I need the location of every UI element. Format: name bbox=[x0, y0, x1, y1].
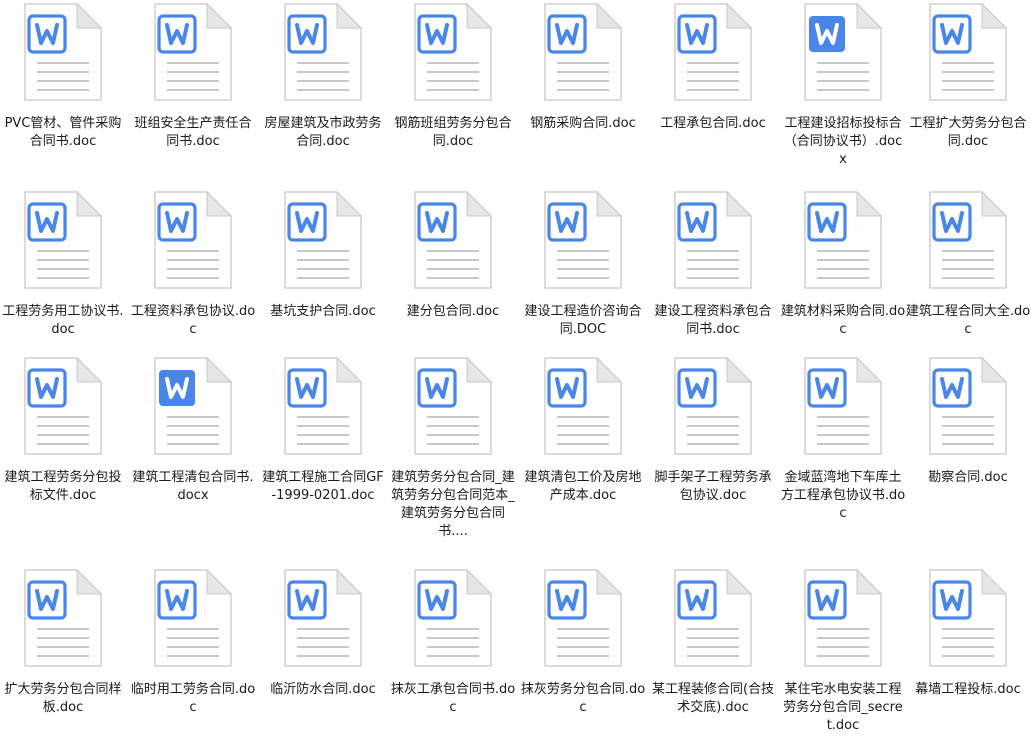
word-doc-icon bbox=[924, 2, 1008, 102]
file-item[interactable]: 工程资料承包协议.doc bbox=[130, 188, 256, 372]
file-item[interactable]: 扩大劳务分包合同样板.doc bbox=[0, 566, 126, 750]
file-name: 工程资料承包协议.doc bbox=[130, 304, 256, 337]
word-doc-icon bbox=[669, 568, 753, 668]
file-name: PVC管材、管件采购合同书.doc bbox=[4, 116, 122, 149]
file-name: 建筑工程合同大全.doc bbox=[905, 304, 1031, 337]
file-name: 建筑清包工价及房地产成本.doc bbox=[524, 470, 642, 503]
word-doc-icon bbox=[279, 568, 363, 668]
file-item[interactable]: 建设工程造价咨询合同.DOC bbox=[520, 188, 646, 372]
word-doc-icon bbox=[539, 190, 623, 290]
file-name: 某住宅水电安装工程劳务分包合同_secret.doc bbox=[783, 682, 903, 733]
word-doc-icon bbox=[799, 190, 883, 290]
file-name: 抹灰劳务分包合同.doc bbox=[520, 682, 646, 715]
word-doc-icon bbox=[19, 356, 103, 456]
file-name: 建筑劳务分包合同_建筑劳务分包合同范本_建筑劳务分包合同书.... bbox=[391, 470, 515, 539]
file-name: 某工程装修合同(合技术交底).doc bbox=[651, 682, 775, 715]
word-doc-icon bbox=[149, 190, 233, 290]
file-item[interactable]: 临沂防水合同.doc bbox=[260, 566, 386, 750]
file-item[interactable]: PVC管材、管件采购合同书.doc bbox=[0, 0, 126, 184]
word-doc-icon bbox=[924, 190, 1008, 290]
file-name: 勘察合同.doc bbox=[928, 470, 1008, 485]
word-doc-icon bbox=[669, 2, 753, 102]
file-item[interactable]: 工程劳务用工协议书.doc bbox=[0, 188, 126, 372]
file-item[interactable]: 工程承包合同.doc bbox=[650, 0, 776, 184]
file-name: 班组安全生产责任合同书.doc bbox=[134, 116, 252, 149]
word-doc-icon bbox=[539, 568, 623, 668]
file-name: 钢筋采购合同.doc bbox=[530, 116, 636, 131]
word-doc-icon bbox=[409, 568, 493, 668]
word-doc-icon bbox=[924, 356, 1008, 456]
word-doc-icon bbox=[669, 190, 753, 290]
word-doc-icon bbox=[924, 568, 1008, 668]
word-doc-icon bbox=[539, 356, 623, 456]
file-item[interactable]: 建筑工程清包合同书.docx bbox=[130, 354, 256, 538]
file-name: 钢筋班组劳务分包合同.doc bbox=[394, 116, 512, 149]
file-name: 工程劳务用工协议书.doc bbox=[2, 304, 124, 337]
file-name: 工程承包合同.doc bbox=[660, 116, 766, 131]
file-name: 工程建设招标投标合（合同协议书）.docx bbox=[783, 116, 903, 167]
file-name: 建设工程造价咨询合同.DOC bbox=[524, 304, 642, 337]
file-name: 临时用工劳务合同.doc bbox=[130, 682, 256, 715]
file-item[interactable]: 抹灰劳务分包合同.doc bbox=[520, 566, 646, 750]
file-name: 幕墙工程投标.doc bbox=[915, 682, 1021, 697]
file-item[interactable]: 工程建设招标投标合（合同协议书）.docx bbox=[780, 0, 906, 184]
file-name: 房屋建筑及市政劳务合同.doc bbox=[264, 116, 382, 149]
file-name: 建筑工程劳务分包投标文件.doc bbox=[4, 470, 122, 503]
file-grid: PVC管材、管件采购合同书.doc 班组安全生产责任合同书.doc 房屋建筑及市… bbox=[0, 0, 1031, 753]
file-name: 脚手架子工程劳务承包协议.doc bbox=[654, 470, 772, 503]
file-name: 扩大劳务分包合同样板.doc bbox=[4, 682, 122, 715]
word-doc-icon bbox=[539, 2, 623, 102]
file-name: 抹灰工承包合同书.doc bbox=[390, 682, 516, 715]
word-doc-icon bbox=[19, 568, 103, 668]
file-item[interactable]: 班组安全生产责任合同书.doc bbox=[130, 0, 256, 184]
file-name: 金域蓝湾地下车库土方工程承包协议书.doc bbox=[780, 470, 906, 521]
file-item[interactable]: 钢筋采购合同.doc bbox=[520, 0, 646, 184]
file-item[interactable]: 建筑清包工价及房地产成本.doc bbox=[520, 354, 646, 538]
file-item[interactable]: 建筑工程合同大全.doc bbox=[905, 188, 1031, 372]
word-doc-icon bbox=[19, 2, 103, 102]
word-docx-icon bbox=[149, 356, 233, 456]
word-doc-icon bbox=[279, 2, 363, 102]
word-doc-icon bbox=[19, 190, 103, 290]
file-item[interactable]: 建筑工程劳务分包投标文件.doc bbox=[0, 354, 126, 538]
word-doc-icon bbox=[409, 356, 493, 456]
file-item[interactable]: 临时用工劳务合同.doc bbox=[130, 566, 256, 750]
file-item[interactable]: 建筑材料采购合同.doc bbox=[780, 188, 906, 372]
file-item[interactable]: 建分包合同.doc bbox=[390, 188, 516, 372]
file-name: 建分包合同.doc bbox=[406, 304, 500, 319]
file-item[interactable]: 脚手架子工程劳务承包协议.doc bbox=[650, 354, 776, 538]
word-doc-icon bbox=[149, 568, 233, 668]
file-item[interactable]: 某工程装修合同(合技术交底).doc bbox=[650, 566, 776, 750]
file-item[interactable]: 工程扩大劳务分包合同.doc bbox=[905, 0, 1031, 184]
word-doc-icon bbox=[409, 190, 493, 290]
word-doc-icon bbox=[409, 2, 493, 102]
file-name: 临沂防水合同.doc bbox=[270, 682, 376, 697]
file-item[interactable]: 幕墙工程投标.doc bbox=[905, 566, 1031, 750]
file-item[interactable]: 某住宅水电安装工程劳务分包合同_secret.doc bbox=[780, 566, 906, 750]
file-name: 基坑支护合同.doc bbox=[270, 304, 376, 319]
file-item[interactable]: 金域蓝湾地下车库土方工程承包协议书.doc bbox=[780, 354, 906, 538]
file-name: 建筑工程清包合同书.docx bbox=[132, 470, 254, 503]
file-name: 建筑工程施工合同GF-1999-0201.doc bbox=[262, 470, 384, 503]
word-doc-icon bbox=[799, 356, 883, 456]
file-name: 建筑材料采购合同.doc bbox=[780, 304, 906, 337]
word-doc-icon bbox=[669, 356, 753, 456]
file-item[interactable]: 建筑工程施工合同GF-1999-0201.doc bbox=[260, 354, 386, 538]
file-item[interactable]: 建设工程资料承包合同书.doc bbox=[650, 188, 776, 372]
file-item[interactable]: 抹灰工承包合同书.doc bbox=[390, 566, 516, 750]
word-doc-icon bbox=[279, 190, 363, 290]
word-doc-icon bbox=[149, 2, 233, 102]
file-item[interactable]: 钢筋班组劳务分包合同.doc bbox=[390, 0, 516, 184]
file-item[interactable]: 房屋建筑及市政劳务合同.doc bbox=[260, 0, 386, 184]
file-name: 工程扩大劳务分包合同.doc bbox=[909, 116, 1027, 149]
file-item[interactable]: 勘察合同.doc bbox=[905, 354, 1031, 538]
word-docx-icon bbox=[799, 2, 883, 102]
file-name: 建设工程资料承包合同书.doc bbox=[654, 304, 772, 337]
word-doc-icon bbox=[799, 568, 883, 668]
word-doc-icon bbox=[279, 356, 363, 456]
file-item[interactable]: 建筑劳务分包合同_建筑劳务分包合同范本_建筑劳务分包合同书.... bbox=[390, 354, 516, 539]
file-item[interactable]: 基坑支护合同.doc bbox=[260, 188, 386, 372]
